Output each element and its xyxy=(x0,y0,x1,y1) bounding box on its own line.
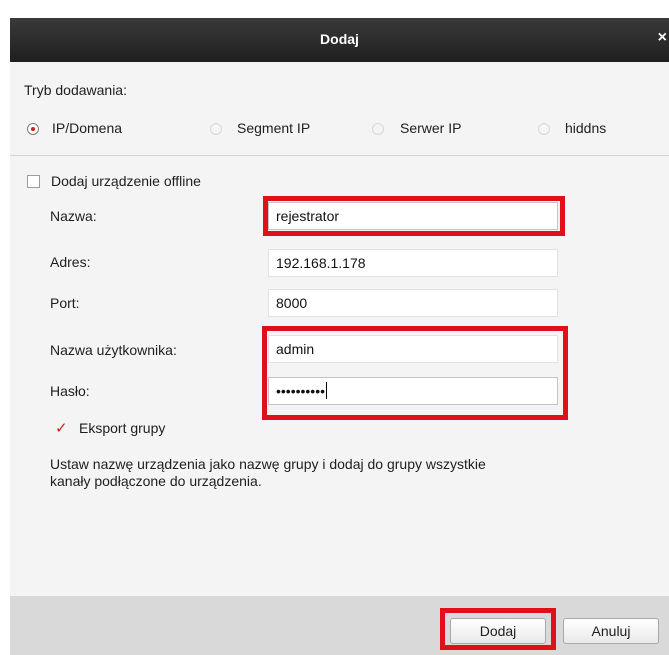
add-mode-label: Tryb dodawania: xyxy=(24,82,127,98)
radio-label-ip-segment: Segment IP xyxy=(237,120,311,136)
radio-icon[interactable] xyxy=(538,123,550,135)
title-bar: Dodaj × xyxy=(10,18,669,62)
separator xyxy=(10,155,669,156)
export-group-description: Ustaw nazwę urządzenia jako nazwę grupy … xyxy=(50,456,486,490)
description-line-1: Ustaw nazwę urządzenia jako nazwę grupy … xyxy=(50,456,486,472)
cancel-button[interactable]: Anuluj xyxy=(563,618,659,644)
add-device-dialog: Dodaj × Tryb dodawania: IP/Domena Segmen… xyxy=(10,18,669,655)
export-group-label: Eksport grupy xyxy=(79,420,166,436)
radio-icon[interactable] xyxy=(210,123,222,135)
address-label: Adres: xyxy=(50,254,91,270)
highlight-credentials-fields xyxy=(262,326,568,420)
close-icon[interactable]: × xyxy=(658,29,667,47)
checkmark-icon[interactable]: ✓ xyxy=(55,421,68,436)
radio-label-ip-domain: IP/Domena xyxy=(52,120,123,136)
name-label: Nazwa: xyxy=(50,208,97,224)
radio-selected-icon[interactable] xyxy=(27,123,39,135)
offline-checkbox[interactable] xyxy=(27,175,40,188)
dialog-title: Dodaj xyxy=(320,31,359,47)
port-input[interactable]: 8000 xyxy=(268,289,558,317)
address-input[interactable]: 192.168.1.178 xyxy=(268,249,558,277)
highlight-add-button xyxy=(440,608,556,650)
port-label: Port: xyxy=(50,295,80,311)
password-label: Hasło: xyxy=(50,383,90,399)
description-line-2: kanały podłączone do urządzenia. xyxy=(50,473,262,489)
radio-label-hiddns: hiddns xyxy=(565,120,607,136)
radio-icon[interactable] xyxy=(372,123,384,135)
radio-label-ip-server: Serwer IP xyxy=(400,120,462,136)
highlight-name-field xyxy=(263,196,565,236)
offline-label: Dodaj urządzenie offline xyxy=(51,173,201,189)
username-label: Nazwa użytkownika: xyxy=(50,342,177,358)
